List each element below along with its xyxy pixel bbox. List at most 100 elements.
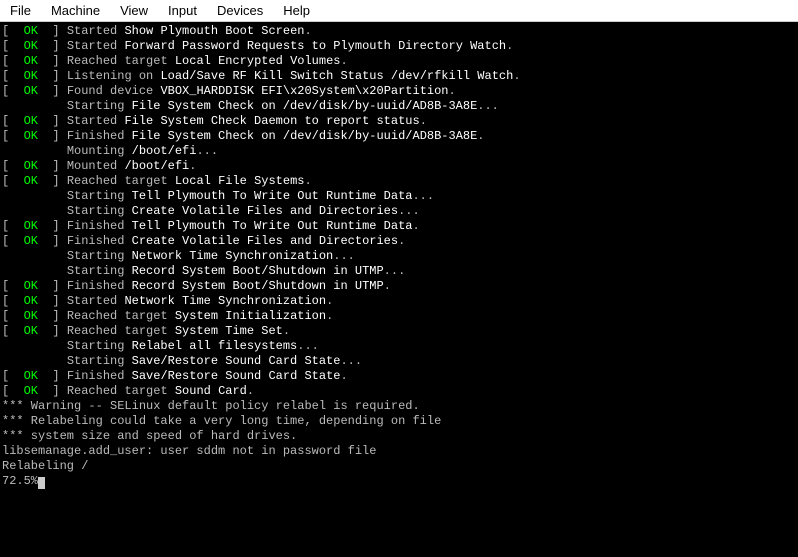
boot-unit: Forward Password Requests to Plymouth Di… xyxy=(124,39,506,53)
boot-suffix: . xyxy=(326,309,333,323)
status-pad xyxy=(2,249,67,263)
menu-input[interactable]: Input xyxy=(158,1,207,20)
menu-devices[interactable]: Devices xyxy=(207,1,273,20)
boot-plain-line: *** Warning -- SELinux default policy re… xyxy=(2,399,796,414)
boot-line: [ OK ] Reached target System Initializat… xyxy=(2,309,796,324)
boot-action: Reached target xyxy=(67,174,175,188)
boot-action: Finished xyxy=(67,234,132,248)
boot-action: Mounting xyxy=(67,144,132,158)
status-ok: OK xyxy=(24,369,38,383)
status-ok: OK xyxy=(24,219,38,233)
boot-suffix: . xyxy=(304,174,311,188)
boot-suffix: . xyxy=(420,114,427,128)
status-bracket: [ xyxy=(2,234,24,248)
boot-unit: Record System Boot/Shutdown in UTMP xyxy=(132,264,384,278)
status-ok: OK xyxy=(24,39,38,53)
status-ok: OK xyxy=(24,279,38,293)
boot-unit: Relabel all filesystems xyxy=(132,339,298,353)
status-bracket: ] xyxy=(38,309,67,323)
status-bracket: [ xyxy=(2,69,24,83)
status-pad xyxy=(2,99,67,113)
boot-line: [ OK ] Listening on Load/Save RF Kill Sw… xyxy=(2,69,796,84)
boot-suffix: ... xyxy=(333,249,355,263)
boot-line: Starting Relabel all filesystems... xyxy=(2,339,796,354)
boot-suffix: ... xyxy=(384,264,406,278)
boot-line: [ OK ] Mounted /boot/efi. xyxy=(2,159,796,174)
boot-suffix: . xyxy=(449,84,456,98)
boot-suffix: . xyxy=(326,294,333,308)
boot-suffix: . xyxy=(341,54,348,68)
boot-action: Started xyxy=(67,39,125,53)
status-bracket: ] xyxy=(38,294,67,308)
boot-suffix: . xyxy=(384,279,391,293)
boot-suffix: . xyxy=(413,219,420,233)
status-ok: OK xyxy=(24,159,38,173)
boot-unit: VBOX_HARDDISK EFI\x20System\x20Partition xyxy=(160,84,448,98)
status-ok: OK xyxy=(24,309,38,323)
status-ok: OK xyxy=(24,114,38,128)
boot-action: Reached target xyxy=(67,309,175,323)
status-pad xyxy=(2,144,67,158)
boot-line: Starting Tell Plymouth To Write Out Runt… xyxy=(2,189,796,204)
boot-unit: Create Volatile Files and Directories xyxy=(132,234,398,248)
boot-unit: Create Volatile Files and Directories xyxy=(132,204,398,218)
boot-action: Starting xyxy=(67,204,132,218)
boot-line: [ OK ] Started Network Time Synchronizat… xyxy=(2,294,796,309)
boot-action: Reached target xyxy=(67,384,175,398)
boot-plain-line: *** system size and speed of hard drives… xyxy=(2,429,796,444)
status-bracket: [ xyxy=(2,309,24,323)
boot-action: Starting xyxy=(67,189,132,203)
status-pad xyxy=(2,189,67,203)
boot-line: [ OK ] Started Forward Password Requests… xyxy=(2,39,796,54)
boot-suffix: . xyxy=(247,384,254,398)
boot-line: [ OK ] Started File System Check Daemon … xyxy=(2,114,796,129)
menu-help[interactable]: Help xyxy=(273,1,320,20)
status-bracket: [ xyxy=(2,279,24,293)
boot-line: Starting Record System Boot/Shutdown in … xyxy=(2,264,796,279)
status-bracket: [ xyxy=(2,174,24,188)
boot-line: [ OK ] Reached target Local File Systems… xyxy=(2,174,796,189)
status-bracket: ] xyxy=(38,324,67,338)
boot-unit: System Time Set xyxy=(175,324,283,338)
boot-line: Starting Create Volatile Files and Direc… xyxy=(2,204,796,219)
boot-suffix: . xyxy=(513,69,520,83)
status-bracket: [ xyxy=(2,54,24,68)
boot-unit: Tell Plymouth To Write Out Runtime Data xyxy=(132,189,413,203)
boot-plain-line: Relabeling / xyxy=(2,459,796,474)
boot-line: Starting Save/Restore Sound Card State..… xyxy=(2,354,796,369)
boot-unit: Save/Restore Sound Card State xyxy=(132,354,341,368)
boot-unit: System Initialization xyxy=(175,309,326,323)
boot-console: [ OK ] Started Show Plymouth Boot Screen… xyxy=(0,22,798,557)
status-bracket: ] xyxy=(38,219,67,233)
boot-plain-line: *** Relabeling could take a very long ti… xyxy=(2,414,796,429)
boot-line: [ OK ] Finished Save/Restore Sound Card … xyxy=(2,369,796,384)
menu-file[interactable]: File xyxy=(0,1,41,20)
boot-action: Starting xyxy=(67,264,132,278)
status-ok: OK xyxy=(24,174,38,188)
status-ok: OK xyxy=(24,54,38,68)
status-bracket: ] xyxy=(38,159,67,173)
status-ok: OK xyxy=(24,129,38,143)
status-bracket: [ xyxy=(2,384,24,398)
boot-action: Reached target xyxy=(67,324,175,338)
status-bracket: [ xyxy=(2,219,24,233)
boot-line: Mounting /boot/efi... xyxy=(2,144,796,159)
boot-unit: /boot/efi xyxy=(124,159,189,173)
boot-action: Found device xyxy=(67,84,161,98)
status-bracket: ] xyxy=(38,279,67,293)
status-pad xyxy=(2,204,67,218)
status-bracket: ] xyxy=(38,24,67,38)
boot-line: Starting File System Check on /dev/disk/… xyxy=(2,99,796,114)
boot-action: Finished xyxy=(67,279,132,293)
status-bracket: ] xyxy=(38,384,67,398)
boot-unit: Show Plymouth Boot Screen xyxy=(124,24,304,38)
menu-view[interactable]: View xyxy=(110,1,158,20)
status-bracket: ] xyxy=(38,129,67,143)
status-bracket: ] xyxy=(38,54,67,68)
status-ok: OK xyxy=(24,324,38,338)
menu-machine[interactable]: Machine xyxy=(41,1,110,20)
boot-unit: /boot/efi xyxy=(132,144,197,158)
status-ok: OK xyxy=(24,84,38,98)
boot-action: Starting xyxy=(67,354,132,368)
status-bracket: ] xyxy=(38,174,67,188)
